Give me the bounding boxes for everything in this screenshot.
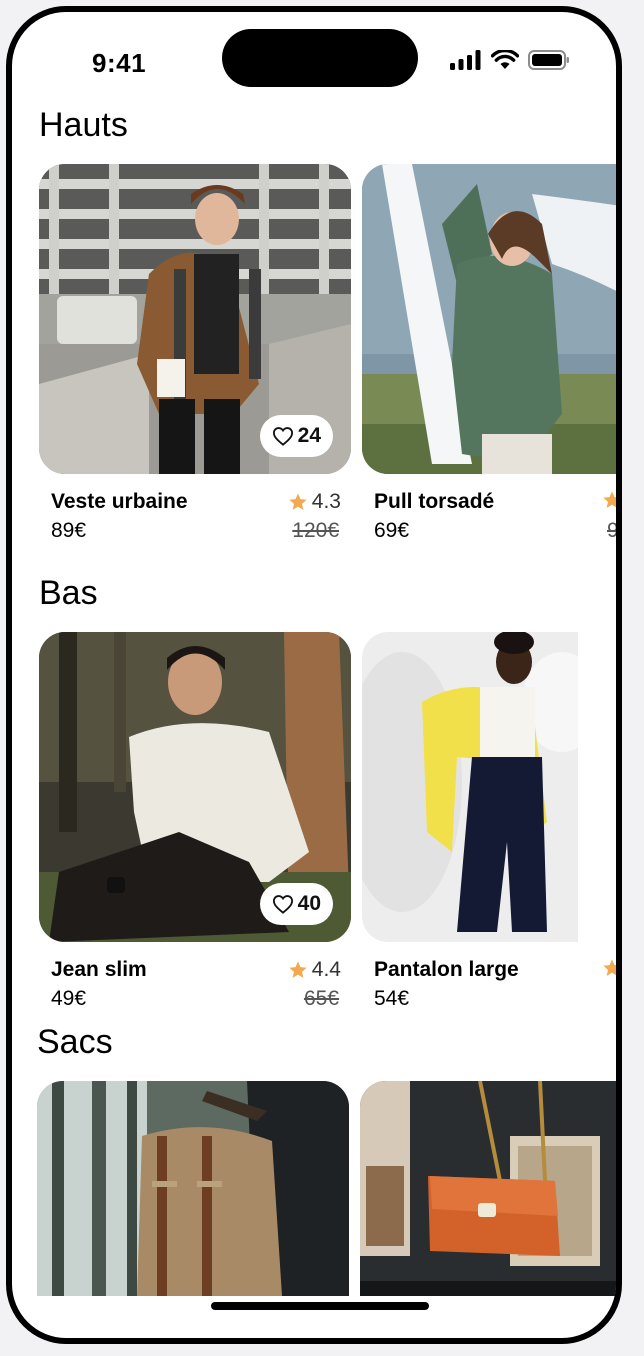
app-screen: 9:41 Hauts 24 Veste urbaine 89€ 4.3 120€… bbox=[12, 12, 616, 1338]
home-indicator[interactable] bbox=[211, 1302, 429, 1310]
product-name: Jean slim bbox=[51, 958, 147, 981]
product-photo[interactable] bbox=[37, 1081, 349, 1296]
product-card[interactable]: Pull torsadé 69€ 95 bbox=[362, 164, 616, 564]
product-card[interactable]: Pantalon large 54€ 7 bbox=[362, 632, 616, 1032]
product-old-price: 120€ bbox=[292, 519, 339, 542]
status-bar: 9:41 bbox=[12, 12, 616, 102]
battery-icon bbox=[528, 50, 569, 70]
product-old-price: 65€ bbox=[303, 987, 339, 1010]
like-button[interactable]: 24 bbox=[259, 415, 333, 457]
heart-icon bbox=[272, 427, 293, 446]
product-name: Pantalon large bbox=[374, 958, 519, 981]
product-price: 89€ bbox=[51, 519, 87, 542]
product-card[interactable]: 24 Veste urbaine 89€ 4.3 120€ bbox=[39, 164, 351, 564]
section-title-bas: Bas bbox=[39, 574, 98, 612]
section-title-sacs: Sacs bbox=[37, 1023, 113, 1061]
product-name: Pull torsadé bbox=[374, 490, 495, 513]
rating-value: 4.3 bbox=[311, 490, 341, 513]
product-photo[interactable]: 40 bbox=[39, 632, 351, 942]
like-button[interactable]: 40 bbox=[259, 883, 333, 925]
star-icon bbox=[289, 961, 307, 978]
like-count: 40 bbox=[297, 892, 321, 915]
product-card[interactable] bbox=[37, 1081, 349, 1296]
product-carousel-sacs[interactable] bbox=[12, 1081, 616, 1296]
product-rating: 4.4 bbox=[288, 958, 341, 982]
product-carousel-bas[interactable]: 40 Jean slim 49€ 4.4 65€ Pantalon large … bbox=[12, 632, 616, 1052]
product-rating bbox=[602, 490, 616, 510]
wifi-icon bbox=[491, 50, 519, 69]
product-rating: 4.3 bbox=[288, 490, 341, 514]
product-price: 49€ bbox=[51, 987, 87, 1010]
heart-icon bbox=[272, 895, 293, 914]
status-icons bbox=[450, 50, 570, 70]
rating-value: 4.4 bbox=[311, 958, 341, 981]
product-price: 54€ bbox=[374, 987, 410, 1010]
status-time: 9:41 bbox=[92, 48, 147, 78]
star-icon bbox=[603, 959, 616, 976]
cellular-signal-icon bbox=[450, 50, 481, 70]
star-icon bbox=[603, 491, 616, 508]
product-photo[interactable] bbox=[360, 1081, 616, 1296]
product-photo[interactable] bbox=[362, 164, 616, 474]
section-title-hauts: Hauts bbox=[39, 106, 128, 144]
product-price: 69€ bbox=[374, 519, 410, 542]
like-count: 24 bbox=[297, 424, 321, 447]
product-photo[interactable] bbox=[362, 632, 578, 942]
product-old-price: 95 bbox=[607, 519, 616, 542]
product-card[interactable] bbox=[360, 1081, 616, 1296]
product-card[interactable]: 40 Jean slim 49€ 4.4 65€ bbox=[39, 632, 351, 1032]
star-icon bbox=[289, 493, 307, 510]
product-photo[interactable]: 24 bbox=[39, 164, 351, 474]
dynamic-island bbox=[222, 29, 418, 87]
product-name: Veste urbaine bbox=[51, 490, 188, 513]
product-carousel-hauts[interactable]: 24 Veste urbaine 89€ 4.3 120€ Pull torsa… bbox=[12, 164, 616, 584]
phone-frame: 9:41 Hauts 24 Veste urbaine 89€ 4.3 120€… bbox=[6, 6, 622, 1344]
product-rating bbox=[602, 958, 616, 978]
